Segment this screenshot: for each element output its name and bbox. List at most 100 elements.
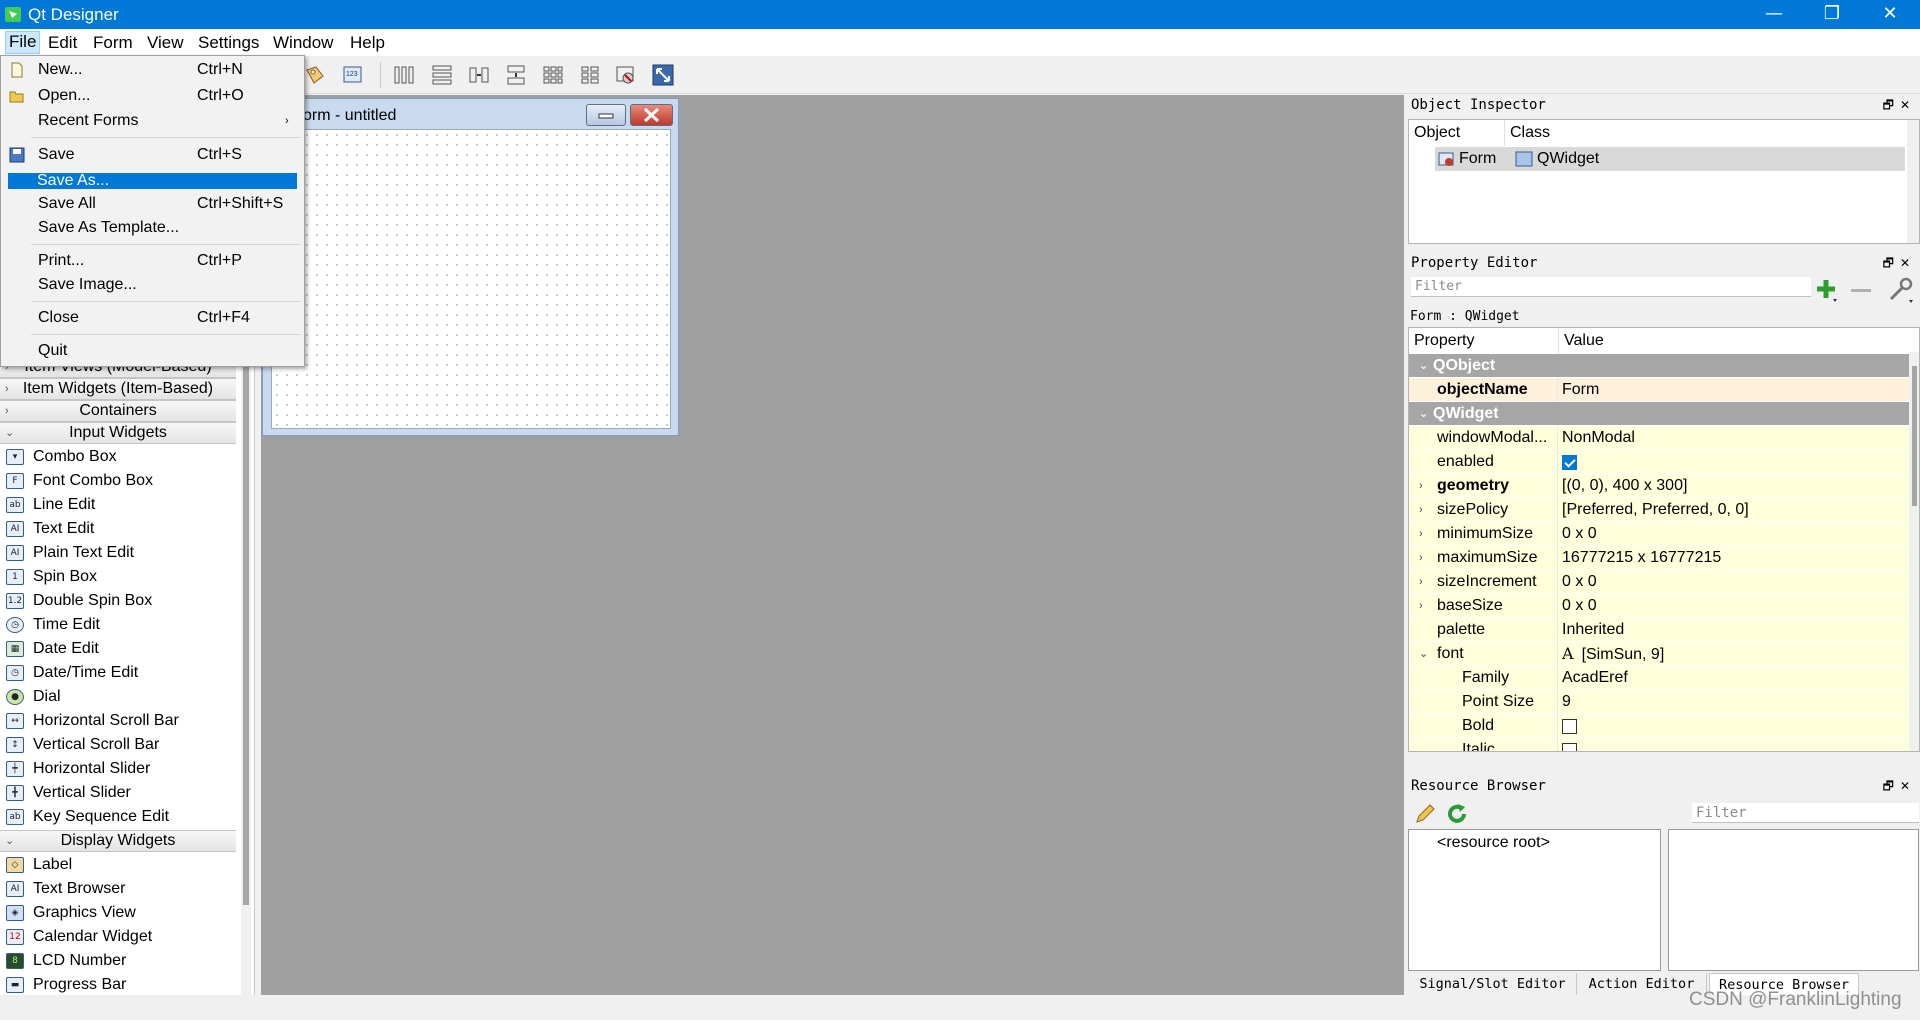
widget-key-sequence-edit[interactable]: ab Key Sequence Edit — [4, 805, 236, 829]
resource-tree[interactable]: <resource root> — [1408, 829, 1661, 971]
layout-grid-icon[interactable] — [542, 64, 564, 86]
menu-edit[interactable]: Edit — [48, 33, 77, 53]
property-row[interactable]: › baseSize 0 x 0 — [1409, 594, 1909, 618]
add-property-plus-icon[interactable] — [1813, 277, 1839, 303]
edit-buddies-icon[interactable] — [304, 64, 326, 86]
widget-font-combo-box[interactable]: F Font Combo Box — [4, 469, 236, 493]
property-value[interactable]: NonModal — [1562, 426, 1635, 450]
chevron-right-icon[interactable]: › — [1419, 474, 1423, 498]
edit-tab-order-icon[interactable]: 123 — [342, 64, 364, 86]
reload-refresh-icon[interactable] — [1445, 802, 1469, 826]
menu-file[interactable]: File — [5, 31, 41, 54]
widget-graphics-view[interactable]: ◈ Graphics View — [4, 901, 236, 925]
tree-row-form[interactable]: Form QWidget — [1435, 147, 1905, 171]
configure-wrench-icon[interactable] — [1887, 277, 1915, 305]
menu-view[interactable]: View — [147, 33, 184, 53]
chevron-right-icon[interactable]: › — [1419, 498, 1423, 522]
property-checkbox[interactable] — [1562, 743, 1577, 751]
widget-text-browser[interactable]: AI Text Browser — [4, 877, 236, 901]
chevron-right-icon[interactable]: › — [1419, 546, 1423, 570]
property-row[interactable]: ⌄ font A [SimSun, 9] — [1409, 642, 1909, 666]
property-row[interactable]: › geometry [(0, 0), 400 x 300] — [1409, 474, 1909, 498]
category-input-widgets[interactable]: ⌄ Input Widgets — [0, 422, 236, 444]
object-inspector-scrollbar[interactable] — [1907, 120, 1919, 243]
property-table-scrollbar[interactable] — [1909, 352, 1919, 751]
widget-combo-box[interactable]: ▾ Combo Box — [4, 445, 236, 469]
adjust-size-icon[interactable] — [652, 64, 674, 86]
widget-vertical-slider[interactable]: ╋ Vertical Slider — [4, 781, 236, 805]
close-window-button[interactable]: ✕ — [1861, 0, 1919, 29]
layout-horizontal-icon[interactable] — [393, 64, 415, 86]
widget-spin-box[interactable]: 1 Spin Box — [4, 565, 236, 589]
column-header-property[interactable]: Property — [1409, 328, 1559, 354]
property-row[interactable]: Point Size 9 — [1409, 690, 1909, 714]
column-header-class[interactable]: Class — [1505, 120, 1905, 146]
resource-root-item[interactable]: <resource root> — [1437, 834, 1550, 852]
property-value[interactable]: 0 x 0 — [1562, 570, 1597, 594]
property-row[interactable]: › sizeIncrement 0 x 0 — [1409, 570, 1909, 594]
resource-filter-input[interactable]: Filter — [1692, 803, 1919, 823]
menu-save-all[interactable]: Save All Ctrl+Shift+S — [2, 192, 303, 216]
widget-date-edit[interactable]: ▦ Date Edit — [4, 637, 236, 661]
menu-help[interactable]: Help — [350, 33, 385, 53]
property-row[interactable]: Family AcadEref — [1409, 666, 1909, 690]
minimize-button[interactable]: — — [1745, 0, 1803, 29]
chevron-down-icon[interactable]: ⌄ — [1419, 402, 1428, 426]
property-table[interactable]: Property Value ⌄ QObject objectName Form ⌄ QW… — [1408, 327, 1920, 752]
widget-dial[interactable]: ● Dial — [4, 685, 236, 709]
column-header-object[interactable]: Object — [1409, 120, 1505, 146]
widget-double-spin-box[interactable]: 1.2 Double Spin Box — [4, 589, 236, 613]
category-containers[interactable]: › Containers — [0, 400, 236, 422]
menu-settings[interactable]: Settings — [198, 33, 259, 53]
widget-time-edit[interactable]: ◷ Time Edit — [4, 613, 236, 637]
menu-save-image[interactable]: Save Image... — [2, 273, 303, 297]
menu-quit[interactable]: Quit — [2, 339, 303, 363]
property-value[interactable]: 0 x 0 — [1562, 594, 1597, 618]
chevron-right-icon[interactable]: › — [1419, 570, 1423, 594]
form-design-canvas[interactable] — [271, 129, 671, 429]
property-row[interactable]: › sizePolicy [Preferred, Preferred, 0, 0] — [1409, 498, 1909, 522]
break-layout-icon[interactable] — [614, 64, 636, 86]
property-row[interactable]: Bold — [1409, 714, 1909, 738]
category-item-widgets[interactable]: › Item Widgets (Item-Based) — [0, 378, 236, 400]
chevron-down-icon[interactable]: ⌄ — [1419, 354, 1428, 378]
resource-list[interactable] — [1668, 829, 1919, 971]
menu-close[interactable]: Close Ctrl+F4 — [2, 306, 303, 330]
category-display-widgets[interactable]: ⌄ Display Widgets — [0, 830, 236, 852]
widget-lcd-number[interactable]: 8 LCD Number — [4, 949, 236, 973]
widget-progress-bar[interactable]: ▬ Progress Bar — [4, 973, 236, 995]
layout-vertical-icon[interactable] — [431, 64, 453, 86]
property-checkbox[interactable] — [1562, 719, 1577, 734]
property-row[interactable]: objectName Form — [1409, 378, 1909, 402]
property-value[interactable]: Inherited — [1562, 618, 1624, 642]
menu-form[interactable]: Form — [93, 33, 133, 53]
chevron-down-icon[interactable]: ⌄ — [1419, 642, 1428, 666]
tab-action-editor[interactable]: Action Editor — [1577, 973, 1707, 995]
layout-horizontal-splitter-icon[interactable] — [468, 64, 490, 86]
menu-save-as-template[interactable]: Save As Template... — [2, 216, 303, 240]
menu-save[interactable]: Save Ctrl+S — [2, 143, 303, 167]
layout-form-icon[interactable] — [579, 64, 601, 86]
column-header-value[interactable]: Value — [1559, 328, 1909, 354]
property-filter-input[interactable]: Filter — [1411, 277, 1811, 297]
tab-signal-slot-editor[interactable]: Signal/Slot Editor — [1409, 973, 1577, 995]
widget-date-time-edit[interactable]: ◷ Date/Time Edit — [4, 661, 236, 685]
property-value[interactable]: 0 x 0 — [1562, 522, 1597, 546]
widget-plain-text-edit[interactable]: AI Plain Text Edit — [4, 541, 236, 565]
menu-open[interactable]: Open... Ctrl+O — [2, 84, 303, 108]
menu-recent-forms[interactable]: Recent Forms › — [2, 109, 303, 133]
dock-float-close-icons[interactable]: 🗗✕ — [1883, 95, 1916, 115]
dock-float-close-icons[interactable]: 🗗✕ — [1883, 253, 1916, 273]
menu-save-as[interactable]: Save As... — [8, 173, 297, 189]
dock-float-close-icons[interactable]: 🗗✕ — [1883, 776, 1916, 796]
widget-horizontal-scroll-bar[interactable]: ↔ Horizontal Scroll Bar — [4, 709, 236, 733]
widget-vertical-scroll-bar[interactable]: ↕ Vertical Scroll Bar — [4, 733, 236, 757]
property-row[interactable]: Italic — [1409, 738, 1909, 751]
form-minimize-button[interactable] — [586, 104, 626, 126]
property-row[interactable]: palette Inherited — [1409, 618, 1909, 642]
object-inspector-tree[interactable]: Object Class Form QWidget — [1408, 119, 1920, 244]
property-row[interactable]: › maximumSize 16777215 x 16777215 — [1409, 546, 1909, 570]
menu-new[interactable]: New... Ctrl+N — [2, 58, 303, 82]
form-window[interactable]: orm - untitled — [262, 98, 679, 436]
property-value[interactable]: 9 — [1562, 690, 1571, 714]
